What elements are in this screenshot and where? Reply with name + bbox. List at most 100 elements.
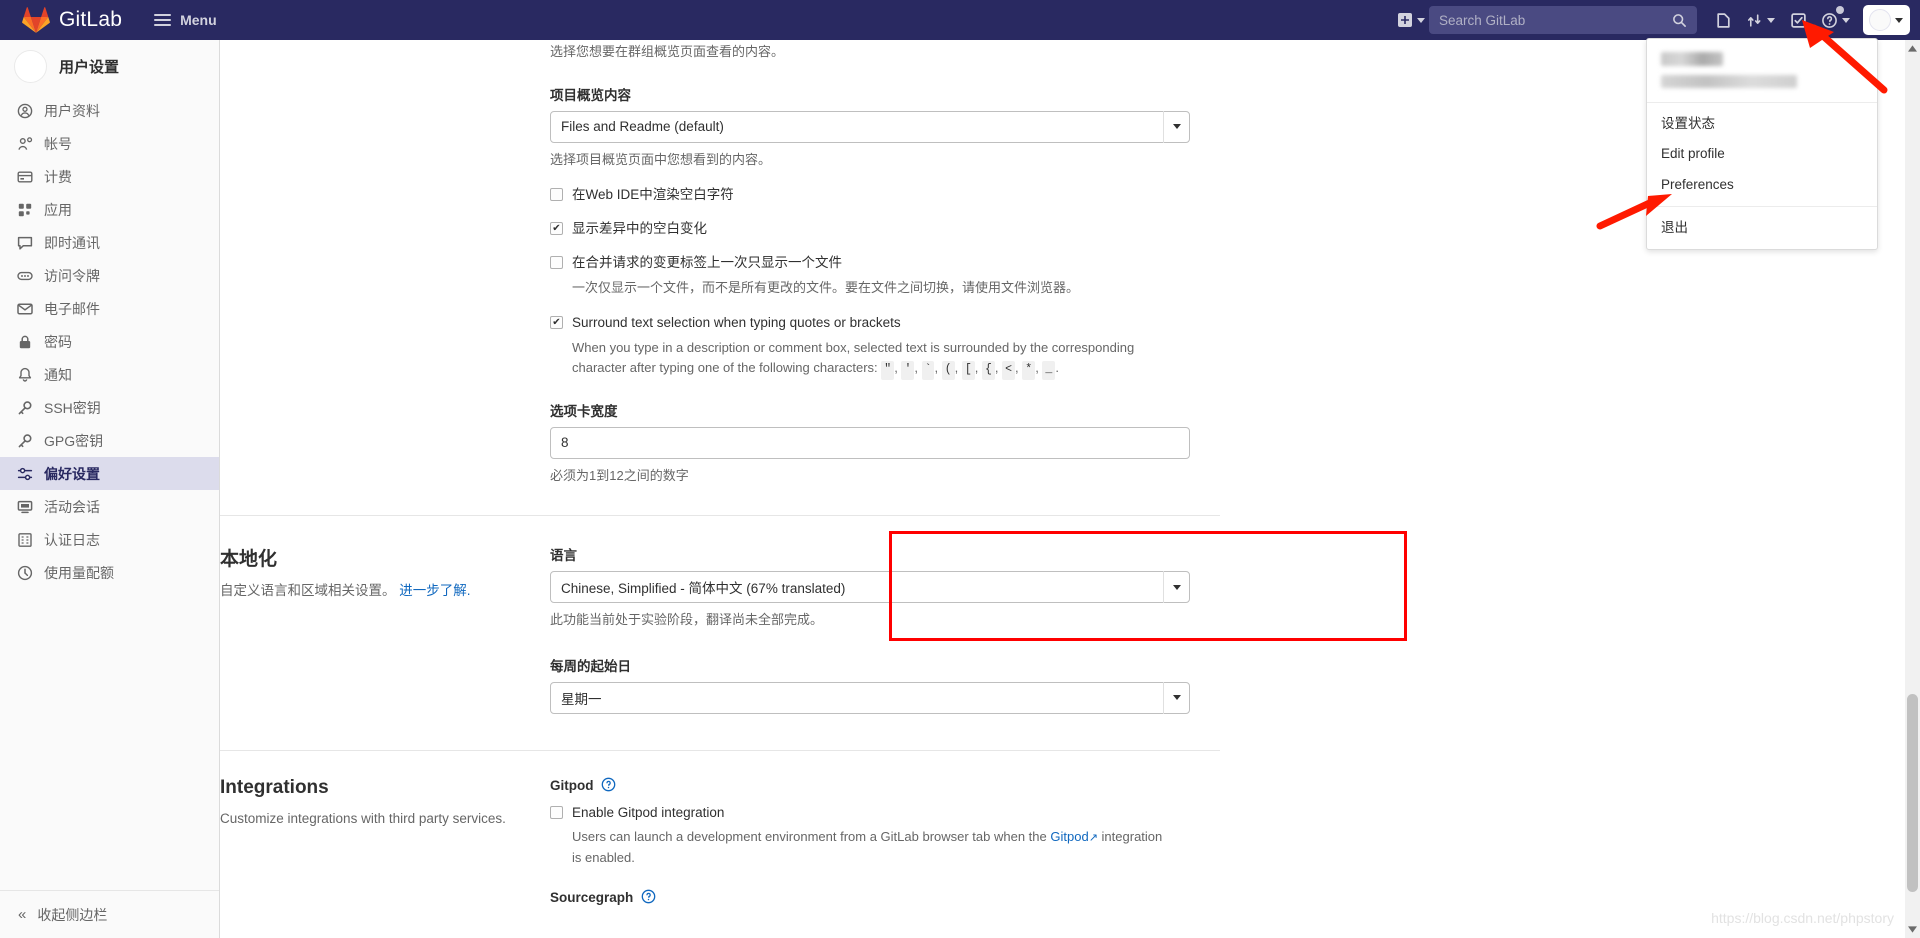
sidebar-item-active-sessions[interactable]: 活动会话 xyxy=(0,490,219,523)
localization-section-right: 语言 Chinese, Simplified - 简体中文 (67% trans… xyxy=(550,544,1190,714)
sidebar-item-profile[interactable]: 用户资料 xyxy=(0,94,219,127)
collapse-sidebar-label: 收起侧边栏 xyxy=(37,906,108,923)
surround-help-line1: When you type in a description or commen… xyxy=(572,339,1135,355)
localization-section-left: 本地化 自定义语言和区域相关设置。 进一步了解. xyxy=(220,544,550,714)
applications-grid-icon xyxy=(16,201,33,218)
sidebar-item-authentication-log[interactable]: 认证日志 xyxy=(0,523,219,556)
sidebar-item-label: 即时通讯 xyxy=(44,234,100,251)
chevron-double-left-icon: « xyxy=(18,906,27,923)
sidebar-item-usage-quotas[interactable]: 使用量配额 xyxy=(0,556,219,589)
integrations-title: Integrations xyxy=(220,776,329,798)
gitlab-logo-icon[interactable] xyxy=(22,6,50,34)
project-overview-label: 项目概览内容 xyxy=(550,87,631,103)
user-dropdown-identity xyxy=(1647,39,1877,103)
search-icon xyxy=(1673,13,1686,27)
gitpod-external-link[interactable]: Gitpod xyxy=(1050,829,1088,844)
sidebar-item-label: SSH密钥 xyxy=(44,399,101,416)
single-file-mr-label: 在合并请求的变更标签上一次只显示一个文件 xyxy=(572,255,842,271)
language-select-value[interactable]: Chinese, Simplified - 简体中文 (67% translat… xyxy=(550,571,1190,604)
show-whitespace-diff-row: 显示差异中的空白变化 xyxy=(550,220,1180,238)
avatar-dropdown-toggle[interactable] xyxy=(1863,5,1910,35)
render-whitespace-checkbox[interactable] xyxy=(550,188,563,201)
user-dropdown-group-1: 设置状态 Edit profile Preferences xyxy=(1647,103,1877,207)
first-day-select-value[interactable]: 星期一 xyxy=(550,681,1190,714)
sidebar-item-gpg-keys[interactable]: GPG密钥 xyxy=(0,424,219,457)
sidebar-item-account[interactable]: 帐号 xyxy=(0,127,219,160)
surround-char: ` xyxy=(921,361,935,380)
sidebar-avatar xyxy=(14,49,47,83)
sidebar-item-chat[interactable]: 即时通讯 xyxy=(0,226,219,259)
main-menu-button[interactable]: Menu xyxy=(154,12,217,28)
gitpod-checkbox[interactable] xyxy=(550,805,563,819)
menu-item-sign-out[interactable]: 退出 xyxy=(1647,213,1877,243)
sidebar-item-label: 访问令牌 xyxy=(44,267,100,284)
sidebar-item-label: 偏好设置 xyxy=(44,465,100,482)
page-scrollbar[interactable] xyxy=(1905,40,1920,938)
surround-selection-checkbox[interactable] xyxy=(550,316,563,330)
menu-item-edit-profile[interactable]: Edit profile xyxy=(1647,139,1877,169)
external-link-icon: ↗ xyxy=(1088,832,1098,845)
localization-desc-wrap: 自定义语言和区域相关设置。 进一步了解. xyxy=(220,581,510,601)
scroll-up-arrow-icon[interactable] xyxy=(1906,42,1919,55)
sidebar-item-applications[interactable]: 应用 xyxy=(0,193,219,226)
monitor-icon xyxy=(16,498,33,515)
profile-icon xyxy=(16,102,33,119)
issues-button[interactable] xyxy=(1707,4,1739,36)
tab-width-help: 必须为1到12之间的数字 xyxy=(550,467,689,483)
language-help: 此功能当前处于实验阶段，翻译尚未全部完成。 xyxy=(550,612,824,628)
user-settings-sidebar: 用户设置 用户资料 帐号 计费 应用 即时通讯 访问令牌 电子邮件 密码 通知 … xyxy=(0,40,220,938)
sidebar-item-label: 使用量配额 xyxy=(44,564,114,581)
avatar xyxy=(1869,9,1891,31)
surround-char: _ xyxy=(1042,361,1056,380)
todos-button[interactable] xyxy=(1782,4,1814,36)
surround-char: ( xyxy=(941,361,955,380)
search-input[interactable]: Search GitLab xyxy=(1429,6,1697,34)
localization-learn-more-link[interactable]: 进一步了解. xyxy=(399,583,470,598)
sidebar-item-password[interactable]: 密码 xyxy=(0,325,219,358)
integrations-section-right: Gitpod Enable Gitpod integration Users c… xyxy=(550,777,1180,912)
sidebar-item-preferences[interactable]: 偏好设置 xyxy=(0,457,219,490)
sidebar-item-emails[interactable]: 电子邮件 xyxy=(0,292,219,325)
group-overview-help: 选择您想要在群组概览页面查看的内容。 xyxy=(550,44,785,59)
notification-dot-icon xyxy=(1836,6,1844,14)
project-overview-select[interactable]: Files and Readme (default) xyxy=(550,110,1190,143)
menu-item-set-status[interactable]: 设置状态 xyxy=(1647,109,1877,139)
scroll-down-arrow-icon[interactable] xyxy=(1906,923,1919,936)
behavior-section-right: 选择您想要在群组概览页面查看的内容。 项目概览内容 Files and Read… xyxy=(550,40,1190,485)
collapse-sidebar-button[interactable]: « 收起侧边栏 xyxy=(0,890,219,938)
menu-item-preferences[interactable]: Preferences xyxy=(1647,170,1877,200)
chevron-down-icon xyxy=(1417,17,1425,23)
sidebar-item-label: 用户资料 xyxy=(44,102,100,119)
first-day-select[interactable]: 星期一 xyxy=(550,681,1190,714)
sidebar-item-access-tokens[interactable]: 访问令牌 xyxy=(0,259,219,292)
main-menu-label: Menu xyxy=(180,12,217,28)
help-question-icon[interactable] xyxy=(601,777,616,792)
first-day-label: 每周的起始日 xyxy=(550,658,631,674)
sidebar-item-label: 帐号 xyxy=(44,135,72,152)
sidebar-item-ssh-keys[interactable]: SSH密钥 xyxy=(0,391,219,424)
help-question-icon[interactable] xyxy=(641,889,656,904)
sidebar-nav-list: 用户资料 帐号 计费 应用 即时通讯 访问令牌 电子邮件 密码 通知 SSH密钥… xyxy=(0,92,219,589)
plus-square-icon xyxy=(1398,13,1412,27)
sourcegraph-label-wrap: Sourcegraph xyxy=(550,889,1180,905)
preferences-sliders-icon xyxy=(16,465,33,482)
sidebar-item-billing[interactable]: 计费 xyxy=(0,160,219,193)
new-item-button[interactable] xyxy=(1392,4,1427,36)
log-list-icon xyxy=(16,531,33,548)
username-redacted xyxy=(1661,52,1723,66)
sidebar-item-label: 电子邮件 xyxy=(44,300,100,317)
show-whitespace-diff-checkbox[interactable] xyxy=(550,222,563,236)
sidebar-item-notifications[interactable]: 通知 xyxy=(0,358,219,391)
page-scrollbar-thumb[interactable] xyxy=(1907,694,1918,892)
project-overview-help: 选择项目概览页面中您想看到的内容。 xyxy=(550,151,772,167)
localization-desc: 自定义语言和区域相关设置。 xyxy=(220,583,396,599)
help-button[interactable] xyxy=(1816,4,1855,36)
merge-requests-button[interactable] xyxy=(1741,4,1780,36)
project-overview-select-value[interactable]: Files and Readme (default) xyxy=(550,110,1190,143)
language-select[interactable]: Chinese, Simplified - 简体中文 (67% translat… xyxy=(550,571,1190,604)
user-dropdown-menu: 设置状态 Edit profile Preferences 退出 xyxy=(1646,38,1878,250)
tab-width-input[interactable]: 8 xyxy=(550,426,1190,459)
sidebar-item-label: GPG密钥 xyxy=(44,432,104,449)
navbar-right: Search GitLab xyxy=(1392,0,1920,40)
single-file-mr-checkbox[interactable] xyxy=(550,256,563,270)
